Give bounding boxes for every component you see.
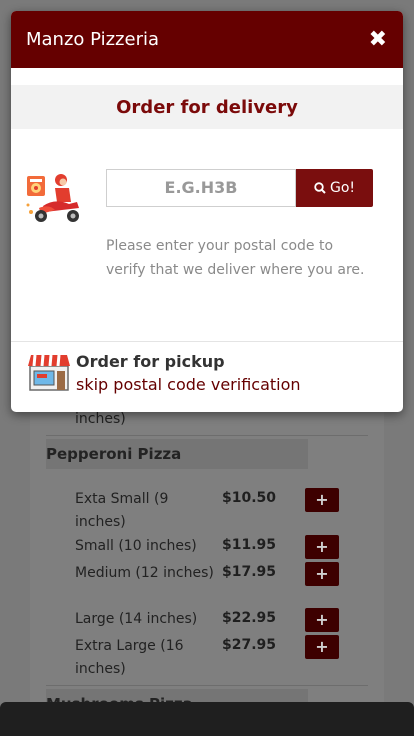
close-icon[interactable]: ✖ [369,28,387,51]
add-to-cart-button[interactable]: + [305,488,339,512]
go-button-label: Go! [329,180,356,196]
menu-item-price: $10.50 [222,490,277,506]
menu-item-price: $17.95 [222,564,277,580]
menu-item-size: Medium (12 inches) [75,565,214,581]
menu-item-size: Large (14 inches) [75,611,198,627]
storefront-icon [28,354,70,391]
bottom-cart-bar[interactable] [0,702,414,736]
postal-code-input[interactable]: E.G.H3B [106,169,296,207]
add-to-cart-button[interactable]: + [305,535,339,559]
add-to-cart-button[interactable]: + [305,608,339,632]
menu-item-size: Small (10 inches) [75,538,197,554]
add-to-cart-button[interactable]: + [305,635,339,659]
pickup-title: Order for pickup [76,352,225,371]
menu-item-price: $22.95 [222,610,277,626]
modal-divider [11,341,403,342]
scooter-delivery-icon [26,174,79,222]
menu-item-price: $27.95 [222,637,277,653]
go-button[interactable]: Go! [296,169,373,207]
skip-verification-link[interactable]: skip postal code verification [76,375,301,394]
modal-subtitle: Order for delivery [11,85,403,129]
menu-item-size: Exta Small (9 inches) [75,491,169,530]
menu-divider [46,685,368,686]
delivery-modal: Manzo Pizzeria ✖ Order for delivery E.G.… [11,11,403,412]
modal-header: Manzo Pizzeria ✖ [11,11,403,68]
menu-divider [46,435,368,436]
menu-item-size: Extra Large (16 inches) [75,638,184,677]
section-title-pepperoni: Pepperoni Pizza [46,439,308,469]
modal-title: Manzo Pizzeria [26,29,160,50]
menu-item-price: $11.95 [222,537,277,553]
add-to-cart-button[interactable]: + [305,562,339,586]
search-icon [314,182,326,194]
help-text: Please enter your postal code to verify … [106,238,365,278]
